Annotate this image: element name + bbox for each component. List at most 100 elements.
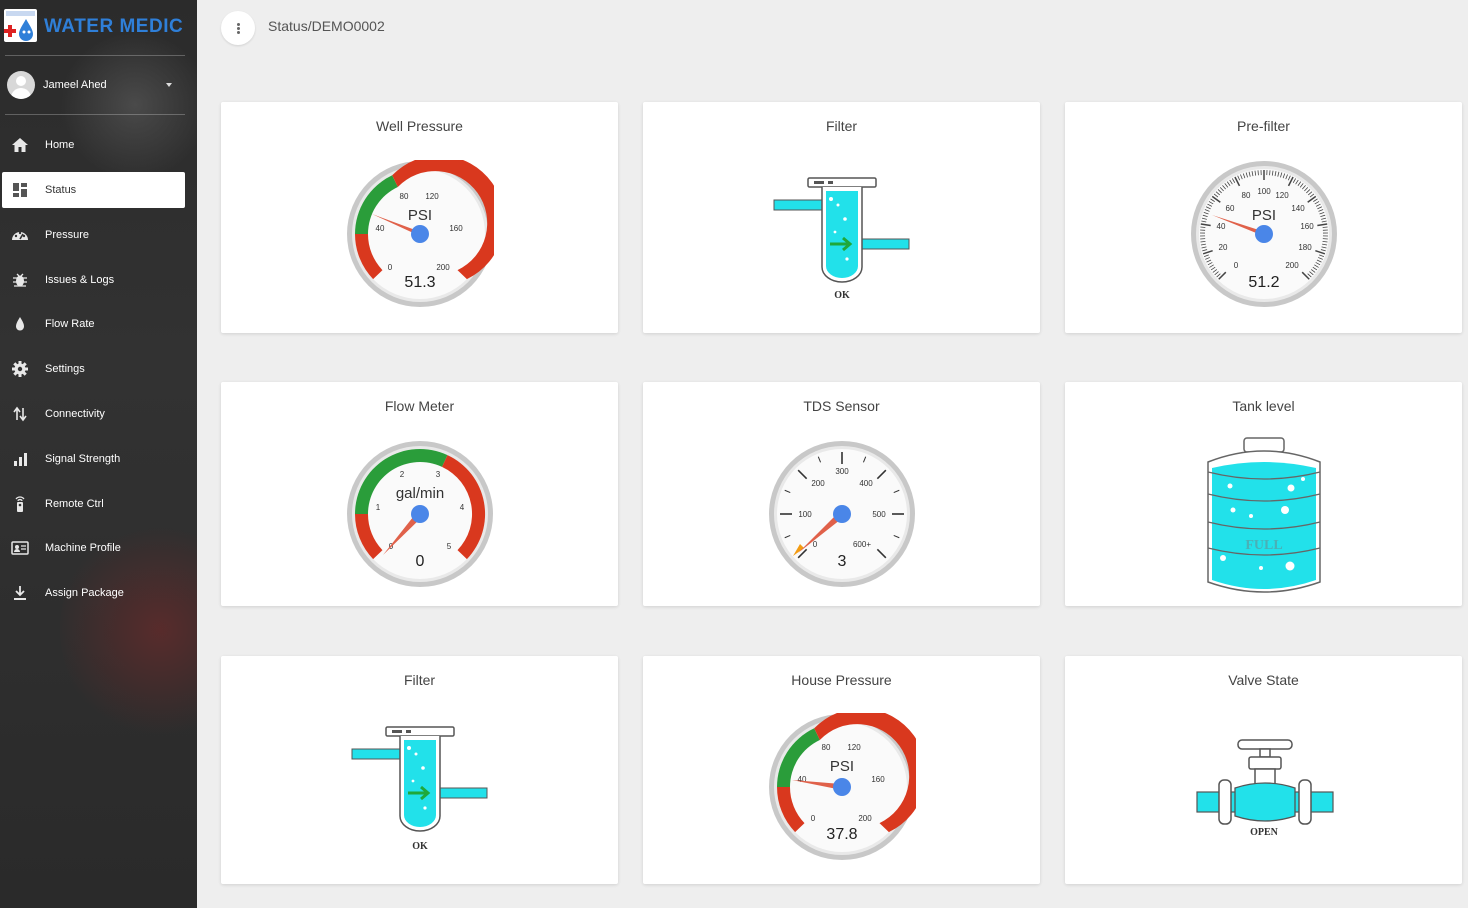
tick-label: 40 [376, 224, 385, 233]
dashboard-icon [13, 183, 27, 197]
tick-label: 600+ [853, 540, 871, 549]
sidebar-item-label: Machine Profile [45, 542, 121, 554]
card-well-pressure: Well Pressure 0 40 80 120 160 200 PSI 51… [221, 102, 618, 333]
tick-label: 400 [859, 479, 873, 488]
tick-label: 120 [1275, 191, 1289, 200]
sidebar-item-issues-logs[interactable]: Issues & Logs [2, 262, 185, 298]
download-icon [14, 586, 26, 600]
bug-icon [13, 273, 27, 287]
water-drop-icon [16, 317, 24, 331]
sidebar-item-label: Settings [45, 363, 85, 375]
gauge-unit: PSI [1252, 207, 1276, 224]
sidebar-item-label: Pressure [45, 229, 90, 241]
card-valve-state: Valve State OPEN [1065, 656, 1462, 884]
tick-label: 160 [1300, 222, 1314, 231]
filter-status: OK [412, 841, 428, 852]
card-house-pressure: House Pressure 0 40 80 120 160 200 PSI 3… [643, 656, 1040, 884]
tick-label: 200 [858, 814, 872, 823]
card-title: Well Pressure [376, 118, 463, 134]
tick-label: 4 [460, 503, 465, 512]
brand-name: WATER MEDIC [44, 16, 184, 37]
sidebar-item-status[interactable]: Status [2, 172, 185, 208]
tick-label: 80 [1242, 191, 1251, 200]
card-title: Filter [403, 672, 436, 688]
tick-label: 120 [847, 743, 861, 752]
tick-label: 100 [1257, 187, 1271, 196]
flow-meter-gauge: 0 1 2 3 4 5 gal/min 0 [347, 441, 493, 587]
card-pre-filter: Pre-filter 0 20 40 60 80 100 120 140 160… [1065, 102, 1462, 333]
tick-label: 0 [388, 263, 393, 272]
card-title: Pre-filter [1237, 118, 1290, 134]
house-pressure-gauge: 0 40 80 120 160 200 PSI 37.8 [769, 713, 916, 860]
sidebar-item-label: Connectivity [45, 408, 105, 420]
valve-status: OPEN [1250, 827, 1279, 838]
tick-label: 300 [835, 467, 849, 476]
tick-label: 120 [425, 192, 439, 201]
gauge-value: 51.3 [404, 274, 435, 291]
sidebar-item-flow-rate[interactable]: Flow Rate [2, 306, 185, 342]
tick-label: 2 [400, 470, 405, 479]
tick-label: 160 [449, 224, 463, 233]
chevron-down-icon [166, 83, 172, 87]
card-tds-sensor: TDS Sensor 0 100 200 300 400 500 600+ 3 [643, 382, 1040, 606]
gauge-value: 37.8 [826, 826, 857, 843]
filter-diagram: OK [773, 177, 910, 301]
sidebar-item-home[interactable]: Home [2, 127, 185, 163]
breadcrumb: Status/DEMO0002 [268, 18, 385, 34]
more-menu-button[interactable] [221, 11, 255, 45]
arrows-updown-icon [13, 406, 27, 422]
divider [5, 55, 185, 56]
card-flow-meter: Flow Meter 0 1 2 3 4 5 gal/min 0 [221, 382, 618, 606]
sidebar-item-signal-strength[interactable]: Signal Strength [2, 441, 185, 477]
card-title: Tank level [1232, 398, 1295, 414]
tick-label: 0 [811, 814, 816, 823]
gauge-value: 0 [416, 553, 425, 570]
divider [5, 114, 185, 115]
tick-label: 60 [1226, 204, 1235, 213]
sidebar-item-settings[interactable]: Settings [2, 351, 185, 387]
id-card-icon [11, 541, 29, 555]
tick-label: 80 [822, 743, 831, 752]
gauge-value: 3 [838, 553, 847, 570]
card-title: House Pressure [791, 672, 892, 688]
tick-label: 1 [376, 503, 381, 512]
sidebar-item-pressure[interactable]: Pressure [2, 217, 185, 253]
sidebar-item-assign-package[interactable]: Assign Package [2, 575, 185, 611]
well-pressure-gauge: 0 40 80 120 160 200 PSI 51.3 [347, 160, 494, 307]
signal-bars-icon [14, 453, 27, 466]
gear-icon [12, 361, 28, 377]
tick-label: 5 [447, 542, 452, 551]
sidebar-item-label: Remote Ctrl [45, 498, 104, 510]
user-name: Jameel Ahed [43, 79, 107, 91]
tick-label: 200 [1285, 261, 1299, 270]
card-tank-level: Tank level FULL [1065, 382, 1462, 606]
tick-label: 500 [872, 510, 886, 519]
gauge-unit: PSI [408, 207, 432, 224]
sidebar-item-label: Home [45, 139, 75, 151]
gauge-unit: PSI [830, 758, 854, 775]
sidebar-item-label: Assign Package [45, 587, 124, 599]
water-medic-logo [4, 9, 37, 42]
sidebar-item-machine-profile[interactable]: Machine Profile [2, 530, 185, 566]
pre-filter-gauge: 0 20 40 60 80 100 120 140 160 180 200 PS… [1191, 161, 1337, 307]
user-menu[interactable]: Jameel Ahed [0, 60, 197, 110]
tds-sensor-gauge: 0 100 200 300 400 500 600+ 3 [769, 441, 915, 587]
card-title: Valve State [1228, 672, 1299, 688]
sidebar-item-label: Status [45, 184, 77, 196]
tick-label: 140 [1291, 204, 1305, 213]
tick-label: 80 [400, 192, 409, 201]
gauge-unit: gal/min [396, 485, 444, 502]
home-icon [12, 138, 28, 152]
sidebar-item-remote-ctrl[interactable]: Remote Ctrl [2, 486, 185, 522]
card-title: Flow Meter [384, 398, 455, 414]
tick-label: 3 [436, 470, 441, 479]
card-filter: Filter OK [643, 102, 1040, 333]
tick-label: 200 [811, 479, 825, 488]
tick-label: 180 [1298, 243, 1312, 252]
tank-diagram: FULL [1207, 437, 1321, 593]
tick-label: 0 [1234, 261, 1239, 270]
filter-status: OK [834, 290, 850, 301]
sidebar-item-connectivity[interactable]: Connectivity [2, 396, 185, 432]
brand[interactable]: WATER MEDIC [0, 0, 197, 54]
filter-diagram: OK [351, 726, 488, 852]
